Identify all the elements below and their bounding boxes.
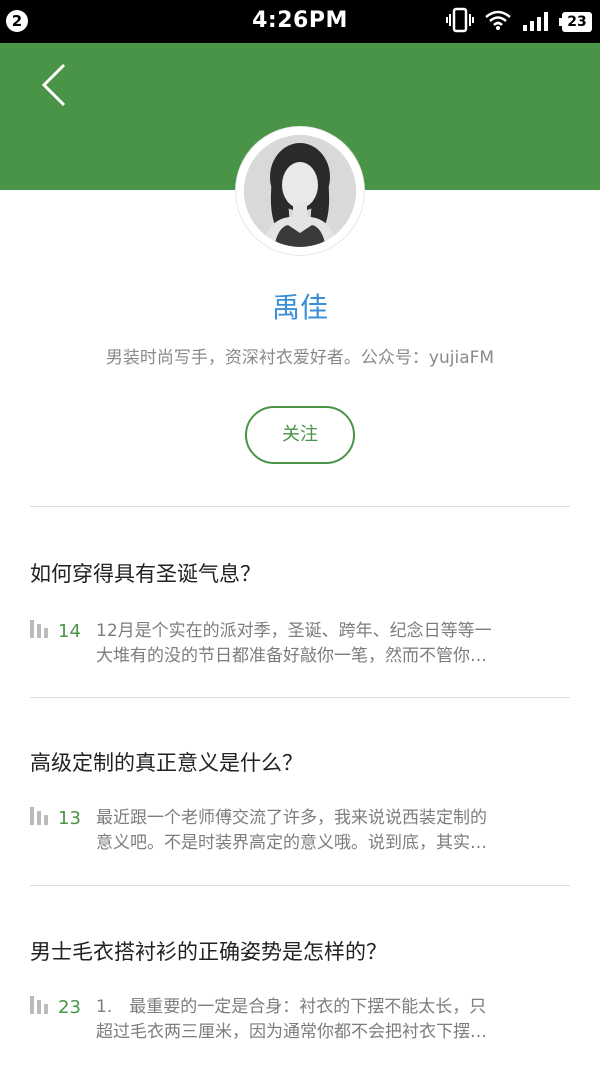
chevron-left-icon (36, 63, 76, 114)
battery-indicator: 23 (559, 12, 592, 32)
divider (30, 697, 570, 698)
article-summary: 最近跟一个老师傅交流了许多，我来说说西装定制的 意义吧。不是时装界高定的意义哦。… (96, 806, 566, 856)
signal-icon (522, 9, 552, 35)
back-button[interactable] (36, 60, 76, 110)
article-title: 如何穿得具有圣诞气息？ (30, 562, 261, 586)
article-count: 23 (58, 997, 81, 1018)
summary-line: 12月是个实在的派对季，圣诞、跨年、纪念日等等一 (96, 621, 492, 641)
status-bar: 2 4:26PM 23 (0, 0, 600, 43)
summary-line: 1. 最重要的一定是合身：衬衣的下摆不能太长，只 (96, 997, 487, 1017)
article-item[interactable]: 如何穿得具有圣诞气息？ 14 12月是个实在的派对季，圣诞、跨年、纪念日等等一 … (0, 558, 600, 698)
article-summary: 1. 最重要的一定是合身：衬衣的下摆不能太长，只 超过毛衣两三厘米，因为通常你都… (96, 995, 566, 1045)
profile-name: 禹佳 (271, 291, 328, 324)
article-item[interactable]: 高级定制的真正意义是什么？ 13 最近跟一个老师傅交流了许多，我来说说西装定制的… (0, 747, 600, 887)
article-item[interactable]: 男士毛衣搭衬衫的正确姿势是怎样的？ 23 1. 最重要的一定是合身：衬衣的下摆不… (0, 936, 600, 1067)
divider (30, 885, 570, 886)
bar-chart-icon (30, 618, 58, 640)
article-count: 13 (58, 808, 81, 829)
bar-chart-icon (30, 805, 58, 827)
vibrate-icon (446, 7, 474, 37)
bar-chart-icon (30, 994, 58, 1016)
avatar[interactable] (244, 135, 356, 247)
status-icons: 23 (446, 7, 592, 37)
article-count: 14 (58, 621, 81, 642)
summary-line: 大堆有的没的节日都准备好敲你一笔，然而不管你… (96, 646, 487, 666)
summary-line: 最近跟一个老师傅交流了许多，我来说说西装定制的 (96, 808, 487, 828)
summary-line: 超过毛衣两三厘米，因为通常你都不会把衬衣下摆… (96, 1022, 487, 1042)
divider (30, 506, 570, 507)
article-title: 男士毛衣搭衬衫的正确姿势是怎样的？ (30, 940, 387, 964)
follow-button[interactable]: 关注 (245, 406, 355, 464)
wifi-icon (484, 9, 512, 35)
article-title: 高级定制的真正意义是什么？ (30, 751, 303, 775)
article-summary: 12月是个实在的派对季，圣诞、跨年、纪念日等等一 大堆有的没的节日都准备好敲你一… (96, 619, 566, 669)
summary-line: 意义吧。不是时装界高定的意义哦。说到底，其实… (96, 833, 487, 853)
profile-bio: 男装时尚写手，资深衬衣爱好者。公众号：yujiaFM (105, 348, 495, 368)
